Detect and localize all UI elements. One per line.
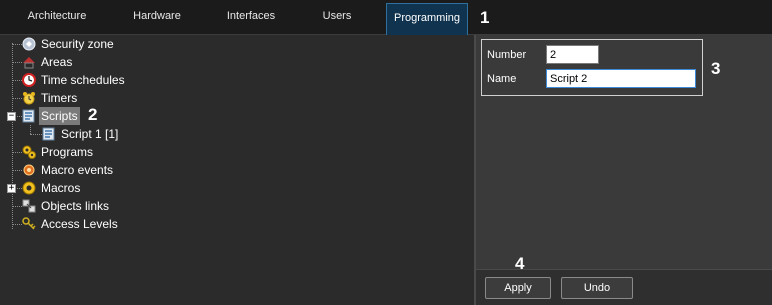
tree-item-label: Macros	[41, 181, 81, 195]
apply-button[interactable]: Apply	[485, 277, 551, 299]
tree-item-label: Programs	[41, 145, 94, 159]
tab-hardware[interactable]: Hardware	[114, 0, 200, 35]
script-icon	[22, 109, 36, 123]
areas-icon	[22, 55, 36, 69]
tab-users[interactable]: Users	[294, 0, 380, 35]
clock-icon	[22, 73, 36, 87]
tree-guide-line	[12, 170, 22, 171]
security-zone-icon	[22, 37, 36, 51]
tree-guide-line	[12, 206, 22, 207]
tree-item-access-levels[interactable]: Access Levels	[22, 215, 120, 233]
expand-macros-toggle[interactable]: +	[7, 184, 16, 193]
tree-guide-line	[30, 134, 42, 135]
tree-item-programs[interactable]: Programs	[22, 143, 95, 161]
tree-item-label: Script 1 [1]	[61, 127, 119, 141]
tree-item-objects-links[interactable]: Objects links	[22, 197, 111, 215]
tree-item-time-schedules[interactable]: Time schedules	[22, 71, 127, 89]
tree-item-label: Scripts	[39, 107, 80, 125]
collapse-scripts-toggle[interactable]: −	[7, 112, 16, 121]
tree-guide-line	[12, 224, 22, 225]
gear-icon	[22, 181, 36, 195]
tree-item-scripts[interactable]: Scripts	[22, 107, 80, 125]
tree-guide-line	[12, 43, 13, 229]
action-bar: Apply Undo	[476, 269, 772, 305]
script-icon	[42, 127, 56, 141]
name-label: Name	[487, 73, 517, 85]
tree-item-macros[interactable]: Macros	[22, 179, 82, 197]
tab-architecture[interactable]: Architecture	[14, 0, 100, 35]
tree-item-timers[interactable]: Timers	[22, 89, 79, 107]
tree-guide-line	[12, 44, 22, 45]
tree-guide-line	[12, 98, 22, 99]
tree-item-label: Time schedules	[41, 73, 125, 87]
tree-item-label: Macro events	[41, 163, 114, 177]
tree-item-areas[interactable]: Areas	[22, 53, 74, 71]
tree-item-label: Timers	[41, 91, 78, 105]
object-tree: − + Security zone Areas Time schedules T…	[0, 35, 474, 305]
callout-2: 2	[88, 105, 98, 124]
tree-item-security-zone[interactable]: Security zone	[22, 35, 116, 53]
tab-bar: Architecture Hardware Interfaces Users P…	[0, 0, 772, 35]
callout-1: 1	[480, 8, 490, 27]
tree-item-label: Access Levels	[41, 217, 118, 231]
properties-panel: Number Name 3 4 Apply Undo	[476, 35, 772, 305]
tree-item-label: Areas	[41, 55, 73, 69]
tree-item-label: Objects links	[41, 199, 110, 213]
tree-guide-line	[12, 152, 22, 153]
properties-box: Number Name	[481, 39, 703, 96]
tree-item-macro-events[interactable]: Macro events	[22, 161, 115, 179]
alarm-clock-icon	[22, 91, 36, 105]
tree-guide-line	[30, 125, 31, 134]
links-icon	[22, 199, 36, 213]
tab-interfaces[interactable]: Interfaces	[208, 0, 294, 35]
tree-guide-line	[12, 80, 22, 81]
number-field[interactable]	[546, 45, 599, 64]
tree-item-label: Security zone	[41, 37, 114, 51]
access-levels-icon	[22, 217, 36, 231]
callout-3: 3	[711, 59, 721, 78]
gears-icon	[22, 145, 36, 159]
tree-guide-line	[12, 62, 22, 63]
macro-event-icon	[22, 163, 36, 177]
undo-button[interactable]: Undo	[561, 277, 633, 299]
name-field[interactable]	[546, 69, 696, 88]
tab-programming[interactable]: Programming	[386, 3, 468, 35]
number-label: Number	[487, 49, 527, 61]
tree-item-script-1[interactable]: Script 1 [1]	[42, 125, 120, 143]
